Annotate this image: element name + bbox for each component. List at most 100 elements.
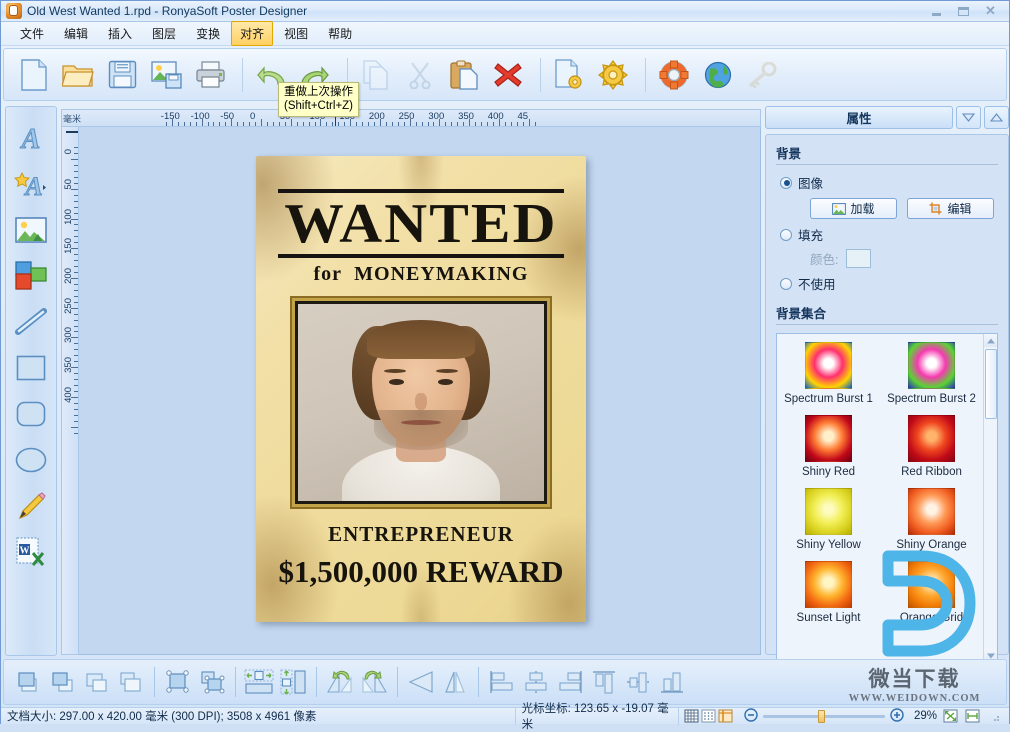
align-left-icon[interactable] xyxy=(485,663,519,701)
minimize-button[interactable] xyxy=(928,4,945,18)
send-to-back-icon[interactable] xyxy=(114,663,148,701)
horizontal-ruler[interactable]: 毫米 -150-100-5005010015020025030035040045 xyxy=(61,109,761,127)
vertical-ruler[interactable]: 0 50 100 150 200 250 300 350 400 xyxy=(61,127,79,655)
fit-width-icon[interactable] xyxy=(965,709,980,723)
poster-document[interactable]: WANTED for MONEYMAKING ENTREPRENEUR $1,5… xyxy=(256,156,586,622)
zoom-out-button[interactable] xyxy=(744,707,758,725)
load-image-button[interactable]: 加载 xyxy=(810,198,897,219)
flip-horizontal-icon[interactable] xyxy=(404,663,438,701)
print-icon[interactable] xyxy=(190,54,230,96)
artistic-text-tool-icon[interactable]: A xyxy=(11,161,51,207)
grid-icon[interactable] xyxy=(684,709,699,723)
center-horizontally-icon[interactable] xyxy=(242,663,276,701)
menu-file[interactable]: 文件 xyxy=(11,21,53,46)
pencil-tool-icon[interactable] xyxy=(11,483,51,529)
group-objects-icon[interactable] xyxy=(161,663,195,701)
background-thumb-swatch[interactable] xyxy=(805,488,852,535)
properties-title[interactable]: 属性 xyxy=(765,106,953,129)
line-tool-icon[interactable] xyxy=(11,299,51,345)
open-document-icon[interactable] xyxy=(58,54,98,96)
radio-none[interactable] xyxy=(780,277,792,290)
poster-subline[interactable]: for MONEYMAKING xyxy=(256,263,586,286)
background-thumb[interactable]: Shiny Red xyxy=(777,415,880,478)
settings-gear-icon[interactable] xyxy=(593,54,633,96)
resize-grip[interactable] xyxy=(990,711,1000,721)
delete-icon[interactable] xyxy=(488,54,528,96)
background-thumb[interactable]: Shiny Orange xyxy=(880,488,983,551)
register-key-icon[interactable] xyxy=(742,54,782,96)
edit-image-button[interactable]: 编辑 xyxy=(907,198,994,219)
ellipse-tool-icon[interactable] xyxy=(11,437,51,483)
center-vertically-icon[interactable] xyxy=(276,663,310,701)
rotate-left-icon[interactable] xyxy=(323,663,357,701)
background-thumb-swatch[interactable] xyxy=(908,561,955,608)
paste-icon[interactable] xyxy=(444,54,484,96)
scrollbar-thumb[interactable] xyxy=(985,349,997,419)
background-thumb-swatch[interactable] xyxy=(805,342,852,389)
color-swatch[interactable] xyxy=(846,249,872,268)
background-none-option[interactable]: 不使用 xyxy=(780,274,998,293)
page-setup-icon[interactable] xyxy=(549,54,589,96)
cut-icon[interactable] xyxy=(400,54,440,96)
zoom-slider-thumb[interactable] xyxy=(818,709,825,723)
menu-align[interactable]: 对齐 xyxy=(231,21,274,46)
close-button[interactable]: ✕ xyxy=(982,4,999,18)
clipart-tool-icon[interactable] xyxy=(11,253,51,299)
background-image-option[interactable]: 图像 xyxy=(780,173,998,192)
scroll-up-icon[interactable] xyxy=(984,334,997,347)
background-thumb-swatch[interactable] xyxy=(908,415,955,462)
menu-help[interactable]: 帮助 xyxy=(319,21,361,46)
help-lifebuoy-icon[interactable] xyxy=(654,54,694,96)
chevron-down-icon[interactable] xyxy=(956,106,981,129)
text-tool-icon[interactable]: A xyxy=(11,115,51,161)
background-collection-list[interactable]: Spectrum Burst 1 Spectrum Burst 2 Shiny Re… xyxy=(776,333,998,663)
bring-forward-icon[interactable] xyxy=(46,663,80,701)
menu-edit[interactable]: 编辑 xyxy=(55,21,97,46)
align-right-icon[interactable] xyxy=(553,663,587,701)
design-canvas[interactable]: WANTED for MONEYMAKING ENTREPRENEUR $1,5… xyxy=(79,127,761,655)
background-thumb-swatch[interactable] xyxy=(908,488,955,535)
menu-insert[interactable]: 插入 xyxy=(99,21,141,46)
rectangle-tool-icon[interactable] xyxy=(11,345,51,391)
background-thumb-swatch[interactable] xyxy=(805,561,852,608)
background-thumb-swatch[interactable] xyxy=(908,342,955,389)
chevron-up-icon[interactable] xyxy=(984,106,1009,129)
flip-vertical-icon[interactable] xyxy=(438,663,472,701)
menu-layer[interactable]: 图层 xyxy=(143,21,185,46)
poster-photo[interactable] xyxy=(295,301,547,504)
zoom-in-button[interactable] xyxy=(890,707,904,725)
background-thumb[interactable]: Spectrum Burst 1 xyxy=(777,342,880,405)
guides-icon[interactable] xyxy=(718,709,733,723)
image-tool-icon[interactable] xyxy=(11,207,51,253)
background-thumb[interactable]: Red Ribbon xyxy=(880,415,983,478)
align-bottom-icon[interactable] xyxy=(655,663,689,701)
radio-fill[interactable] xyxy=(780,228,792,241)
fit-page-icon[interactable] xyxy=(943,709,958,723)
rounded-rect-tool-icon[interactable] xyxy=(11,391,51,437)
menu-view[interactable]: 视图 xyxy=(275,21,317,46)
poster-occupation[interactable]: ENTREPRENEUR xyxy=(256,522,586,547)
align-center-icon[interactable] xyxy=(519,663,553,701)
web-globe-icon[interactable] xyxy=(698,54,738,96)
background-thumb[interactable]: Shiny Yellow xyxy=(777,488,880,551)
poster-headline[interactable]: WANTED xyxy=(256,196,586,252)
save-as-image-icon[interactable] xyxy=(146,54,186,96)
zoom-slider[interactable] xyxy=(763,709,885,723)
new-document-icon[interactable] xyxy=(14,54,54,96)
align-top-icon[interactable] xyxy=(587,663,621,701)
background-thumb[interactable]: Spectrum Burst 2 xyxy=(880,342,983,405)
menu-transform[interactable]: 变换 xyxy=(187,21,229,46)
maximize-button[interactable] xyxy=(955,4,972,18)
background-thumb-swatch[interactable] xyxy=(805,415,852,462)
background-thumb[interactable]: Sunset Light xyxy=(777,561,880,624)
dot-grid-icon[interactable] xyxy=(701,709,716,723)
radio-image[interactable] xyxy=(780,176,792,189)
collection-scrollbar[interactable] xyxy=(983,334,997,662)
align-middle-icon[interactable] xyxy=(621,663,655,701)
rotate-right-icon[interactable] xyxy=(357,663,391,701)
background-fill-option[interactable]: 填充 xyxy=(780,225,998,244)
ungroup-objects-icon[interactable] xyxy=(195,663,229,701)
copy-icon[interactable] xyxy=(356,54,396,96)
save-icon[interactable] xyxy=(102,54,142,96)
background-thumb[interactable]: Orange Grid xyxy=(880,561,983,624)
